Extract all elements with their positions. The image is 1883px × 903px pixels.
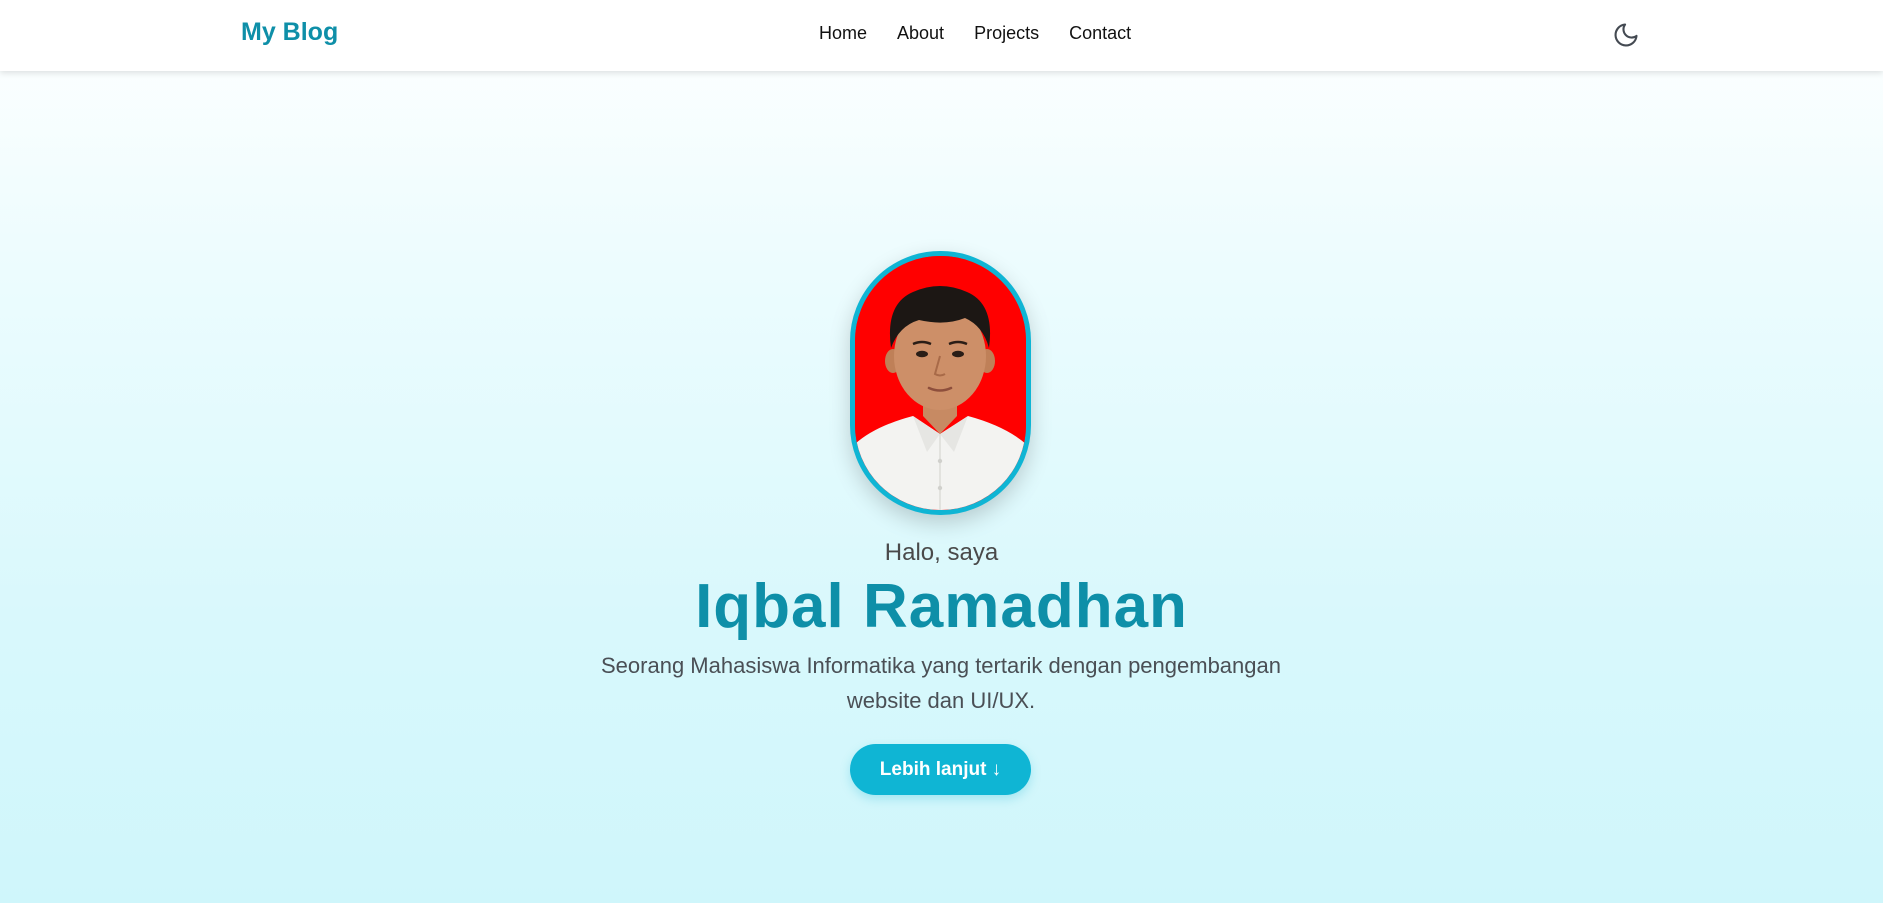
hero-name: Iqbal Ramadhan [695, 572, 1188, 641]
hero-section: Halo, saya Iqbal Ramadhan Seorang Mahasi… [0, 71, 1883, 903]
learn-more-button[interactable]: Lebih lanjut ↓ [850, 744, 1031, 795]
hero-greeting: Halo, saya [884, 539, 999, 566]
theme-toggle-button[interactable] [1610, 19, 1642, 51]
nav-link-contact[interactable]: Contact [1069, 23, 1131, 44]
nav-link-projects[interactable]: Projects [974, 23, 1039, 44]
navbar: My Blog Home About Projects Contact [0, 0, 1883, 71]
moon-icon [1614, 23, 1638, 47]
nav-link-about[interactable]: About [897, 23, 944, 44]
brand-logo[interactable]: My Blog [241, 18, 338, 47]
nav-link-home[interactable]: Home [819, 23, 867, 44]
person-portrait-icon [855, 256, 1026, 510]
profile-photo [850, 251, 1031, 515]
nav-links: Home About Projects Contact [819, 23, 1131, 44]
hero-tagline: Seorang Mahasiswa Informatika yang terta… [601, 653, 1281, 713]
